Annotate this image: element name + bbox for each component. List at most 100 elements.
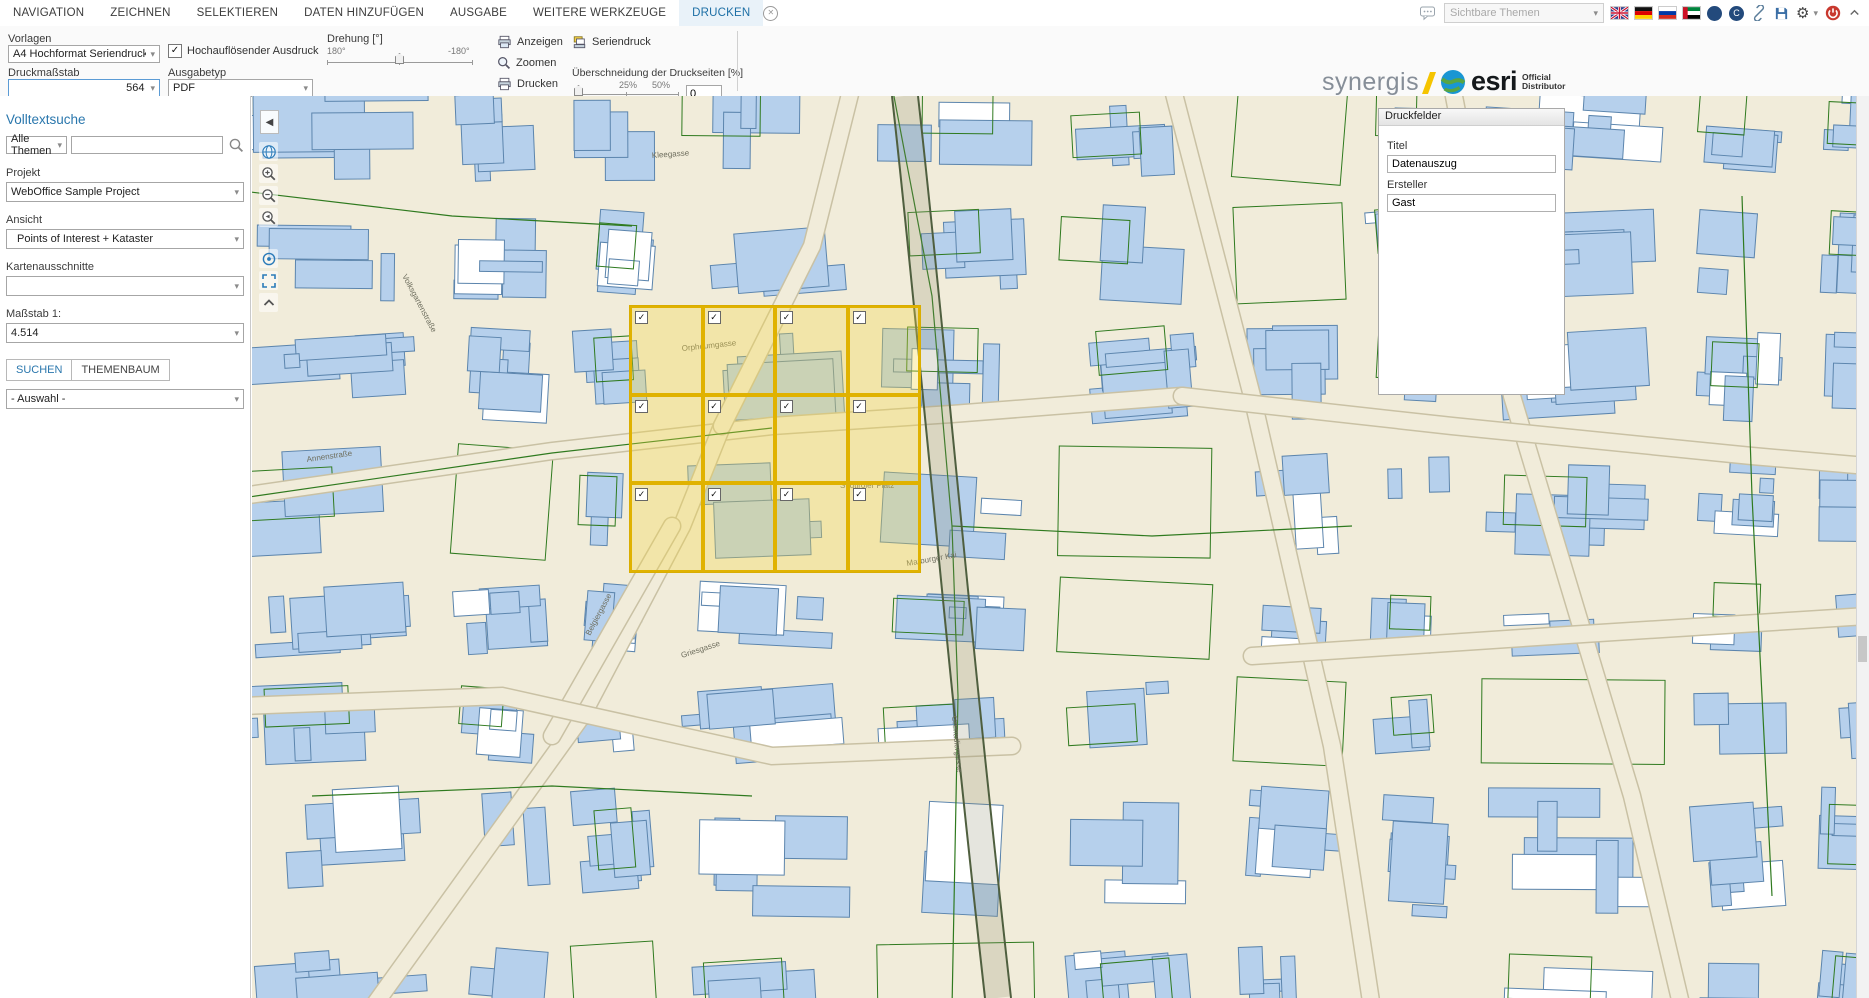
zoom-out-button[interactable] — [259, 186, 278, 205]
link-icon[interactable] — [1751, 5, 1767, 21]
projekt-select[interactable]: WebOffice Sample Project — [6, 182, 244, 202]
search-button[interactable] — [227, 135, 244, 155]
hochaufloesend-checkbox[interactable]: ✓ — [168, 44, 182, 58]
topbar-right-cluster: Sichtbare Themen C ⚙ — [1419, 3, 1869, 23]
print-page-cell[interactable]: ✓ — [630, 395, 703, 484]
drucken-button[interactable]: Drucken — [497, 74, 558, 93]
print-page-checkbox[interactable]: ✓ — [853, 400, 866, 413]
ausgabetyp-label: Ausgabetyp — [168, 67, 226, 79]
massstab-value: 4.514 — [11, 327, 230, 339]
overlap-slider-thumb[interactable] — [574, 85, 583, 96]
tab-weitere-werkzeuge[interactable]: WEITERE WERKZEUGE — [520, 0, 679, 26]
tab-drucken-active[interactable]: DRUCKEN — [679, 0, 763, 26]
print-page-checkbox[interactable]: ✓ — [635, 488, 648, 501]
gear-caret-icon — [1809, 7, 1818, 19]
map-viewport[interactable]: KleegasseVolksgartenstraßeOrpheumgasseAn… — [252, 96, 1857, 998]
flag-germany-icon[interactable] — [1635, 7, 1652, 19]
tab-selektieren[interactable]: SELEKTIEREN — [184, 0, 291, 26]
fulltext-search-input[interactable] — [71, 136, 223, 154]
print-page-checkbox[interactable]: ✓ — [780, 311, 793, 324]
synergis-wordmark: synergis — [1322, 68, 1419, 97]
ausgabetyp-select[interactable]: PDF — [168, 79, 313, 97]
center-map-button[interactable] — [259, 249, 278, 268]
massstab-label: Maßstab 1: — [6, 308, 244, 320]
print-page-cell[interactable]: ✓ — [775, 395, 848, 484]
left-sidebar: Volltextsuche Alle Themen Projekt WebOff… — [0, 96, 251, 998]
tab-themenbaum[interactable]: THEMENBAUM — [71, 359, 169, 381]
close-tab-icon[interactable]: ✕ — [763, 6, 778, 21]
print-preview-icon — [497, 35, 512, 49]
tab-ausgabe[interactable]: AUSGABE — [437, 0, 520, 26]
more-tools-button[interactable] — [259, 293, 278, 312]
print-page-cell[interactable]: ✓ — [775, 483, 848, 572]
anzeigen-button[interactable]: Anzeigen — [497, 32, 563, 51]
themes-filter-select[interactable]: Alle Themen — [6, 136, 67, 154]
titel-label: Titel — [1387, 140, 1556, 152]
tab-daten-hinzufuegen[interactable]: DATEN HINZUFÜGEN — [291, 0, 437, 26]
flag-uae-icon[interactable] — [1683, 7, 1700, 19]
kartenausschnitte-select[interactable] — [6, 276, 244, 296]
print-page-cell[interactable]: ✓ — [848, 483, 921, 572]
language-badge-c-icon[interactable]: C — [1729, 6, 1744, 21]
right-scroll-strip[interactable] — [1856, 96, 1869, 998]
search-icon — [228, 137, 244, 153]
print-page-checkbox[interactable]: ✓ — [708, 488, 721, 501]
rotation-slider[interactable] — [327, 62, 473, 63]
gear-icon: ⚙ — [1796, 6, 1809, 21]
zoom-in-button[interactable] — [259, 164, 278, 183]
printer-icon — [497, 77, 512, 91]
comment-icon[interactable] — [1419, 5, 1437, 21]
print-page-checkbox[interactable]: ✓ — [708, 311, 721, 324]
vorlagen-select[interactable]: A4 Hochformat Seriendruck — [8, 45, 160, 63]
ribbon-separator — [737, 31, 738, 91]
print-page-cell[interactable]: ✓ — [630, 483, 703, 572]
visible-themes-select[interactable]: Sichtbare Themen — [1444, 3, 1604, 23]
print-page-cell[interactable]: ✓ — [848, 395, 921, 484]
print-page-checkbox[interactable]: ✓ — [780, 488, 793, 501]
collapse-ribbon-chevron-icon[interactable] — [1848, 7, 1861, 19]
map-canvas[interactable]: KleegasseVolksgartenstraßeOrpheumgasseAn… — [252, 96, 1857, 998]
language-badge-icon[interactable] — [1707, 6, 1722, 21]
print-page-checkbox[interactable]: ✓ — [853, 311, 866, 324]
overlap-slider[interactable] — [574, 94, 679, 95]
massstab-select[interactable]: 4.514 — [6, 323, 244, 343]
seriendruck-button[interactable]: Seriendruck — [572, 32, 651, 51]
logout-power-icon[interactable] — [1825, 5, 1841, 21]
print-page-checkbox[interactable]: ✓ — [708, 400, 721, 413]
print-page-cell[interactable]: ✓ — [703, 395, 776, 484]
tab-navigation[interactable]: NAVIGATION — [0, 0, 97, 26]
ersteller-input[interactable] — [1387, 194, 1556, 212]
flag-uk-icon[interactable] — [1611, 7, 1628, 19]
print-page-cell[interactable]: ✓ — [703, 483, 776, 572]
druckmassstab-combo[interactable]: 564 — [8, 79, 160, 97]
collapse-sidebar-button[interactable]: ◀ — [260, 110, 279, 134]
tab-zeichnen[interactable]: ZEICHNEN — [97, 0, 183, 26]
scroll-handle[interactable] — [1858, 636, 1867, 662]
ersteller-label: Ersteller — [1387, 179, 1556, 191]
zoomen-button[interactable]: Zoomen — [497, 53, 556, 72]
titel-input[interactable] — [1387, 155, 1556, 173]
print-page-cell[interactable]: ✓ — [775, 306, 848, 395]
tab-suchen[interactable]: SUCHEN — [6, 359, 72, 381]
full-extent-button[interactable] — [259, 271, 278, 290]
zoom-previous-button[interactable] — [259, 208, 278, 227]
save-icon[interactable] — [1774, 6, 1789, 21]
vorlagen-value: A4 Hochformat Seriendruck — [13, 48, 146, 60]
print-page-cell[interactable]: ✓ — [630, 306, 703, 395]
collapse-left-arrow-icon: ◀ — [266, 117, 274, 128]
print-page-checkbox[interactable]: ✓ — [635, 400, 648, 413]
auswahl-select[interactable]: - Auswahl - — [6, 389, 244, 409]
settings-control[interactable]: ⚙ — [1796, 6, 1818, 21]
flag-russia-icon[interactable] — [1659, 7, 1676, 19]
drucken-ribbon: Vorlagen A4 Hochformat Seriendruck Druck… — [0, 26, 1869, 97]
print-page-checkbox[interactable]: ✓ — [853, 488, 866, 501]
print-page-checkbox[interactable]: ✓ — [780, 400, 793, 413]
overview-globe-button[interactable] — [259, 142, 278, 161]
print-page-checkbox[interactable]: ✓ — [635, 311, 648, 324]
overlap-tick-50-label: 50% — [652, 80, 670, 90]
print-page-cell[interactable]: ✓ — [848, 306, 921, 395]
hochaufloesend-checkbox-row[interactable]: ✓ Hochauflösender Ausdruck — [168, 44, 318, 58]
rotation-slider-thumb[interactable] — [395, 53, 404, 64]
ansicht-select[interactable]: Points of Interest + Kataster — [6, 229, 244, 249]
print-page-cell[interactable]: ✓ — [703, 306, 776, 395]
